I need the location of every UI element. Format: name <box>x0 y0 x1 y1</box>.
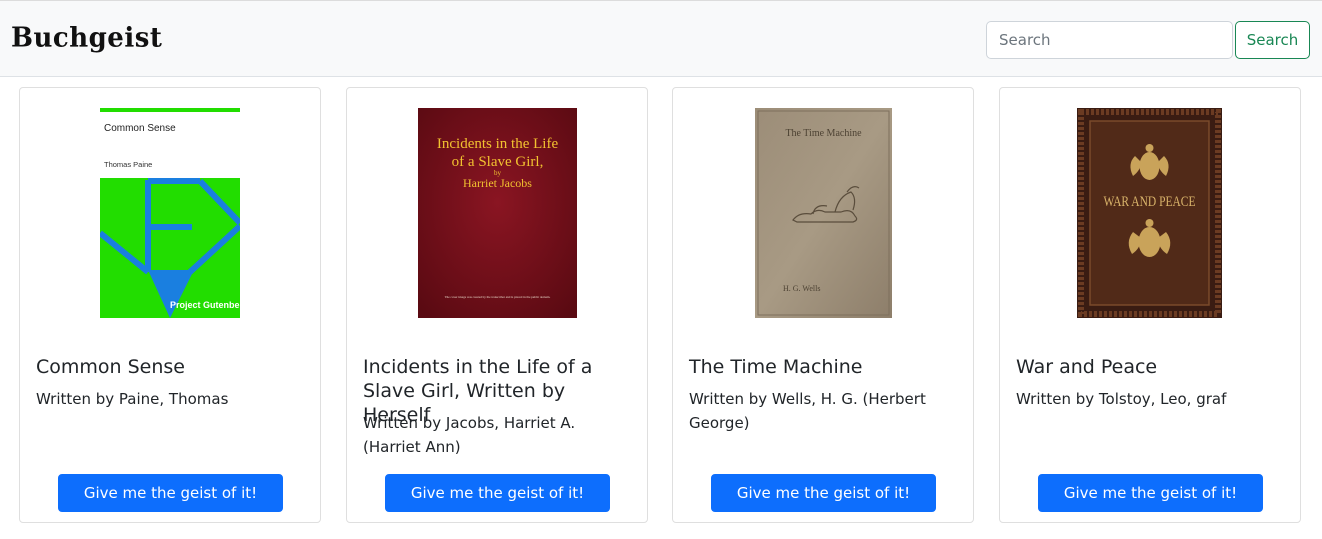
book-title: The Time Machine <box>689 356 863 378</box>
book-card-time-machine: The Time Machine H. G. Wells The Time Ma… <box>672 87 974 523</box>
cover-title-line2: of a Slave Girl, <box>452 154 544 170</box>
brand-logo[interactable]: Buchgeist <box>11 22 162 54</box>
cover-author-text: Thomas Paine <box>104 160 152 169</box>
cover-title-text: The Time Machine <box>785 128 862 139</box>
book-cover: Common Sense Thomas Paine Project Gutenb… <box>100 108 240 318</box>
book-cover-image: WAR AND PEACE <box>1077 108 1222 318</box>
book-author: Written by Jacobs, Harriet A. (Harriet A… <box>363 414 576 456</box>
book-author: Written by Wells, H. G. (Herbert George) <box>689 390 926 432</box>
geist-button[interactable]: Give me the geist of it! <box>58 474 283 512</box>
book-card-incidents: Incidents in the Life of a Slave Girl, b… <box>346 87 648 523</box>
book-author: Written by Paine, Thomas <box>36 390 229 408</box>
cover-author-text: Harriet Jacobs <box>463 176 532 190</box>
geist-button[interactable]: Give me the geist of it! <box>711 474 936 512</box>
cover-fine-print: The cover image was created by the trans… <box>445 295 551 299</box>
navbar: Buchgeist Search <box>0 0 1322 77</box>
cover-title-text: WAR AND PEACE <box>1104 194 1196 210</box>
book-card-war-and-peace: WAR AND PEACE War and Peace Written by T… <box>999 87 1301 523</box>
book-cover-image: Incidents in the Life of a Slave Girl, b… <box>418 108 577 318</box>
book-author: Written by Tolstoy, Leo, graf <box>1016 390 1227 408</box>
cover-title-line1: Incidents in the Life <box>437 136 559 152</box>
search-button[interactable]: Search <box>1235 21 1310 59</box>
book-title: War and Peace <box>1016 356 1158 378</box>
cover-publisher-text: Project Gutenberg <box>170 300 240 310</box>
book-cover: Incidents in the Life of a Slave Girl, b… <box>418 108 577 318</box>
book-cover: The Time Machine H. G. Wells <box>755 108 892 318</box>
book-card-common-sense: Common Sense Thomas Paine Project Gutenb… <box>19 87 321 523</box>
cover-author-text: H. G. Wells <box>783 284 820 293</box>
book-cover: WAR AND PEACE <box>1077 108 1222 318</box>
book-title: Common Sense <box>36 356 185 378</box>
cover-title-text: Common Sense <box>104 123 176 134</box>
geist-button[interactable]: Give me the geist of it! <box>385 474 610 512</box>
search-input[interactable] <box>986 21 1233 59</box>
geist-button[interactable]: Give me the geist of it! <box>1038 474 1263 512</box>
book-cover-image: Common Sense Thomas Paine Project Gutenb… <box>100 108 240 318</box>
book-cover-image: The Time Machine H. G. Wells <box>755 108 892 318</box>
